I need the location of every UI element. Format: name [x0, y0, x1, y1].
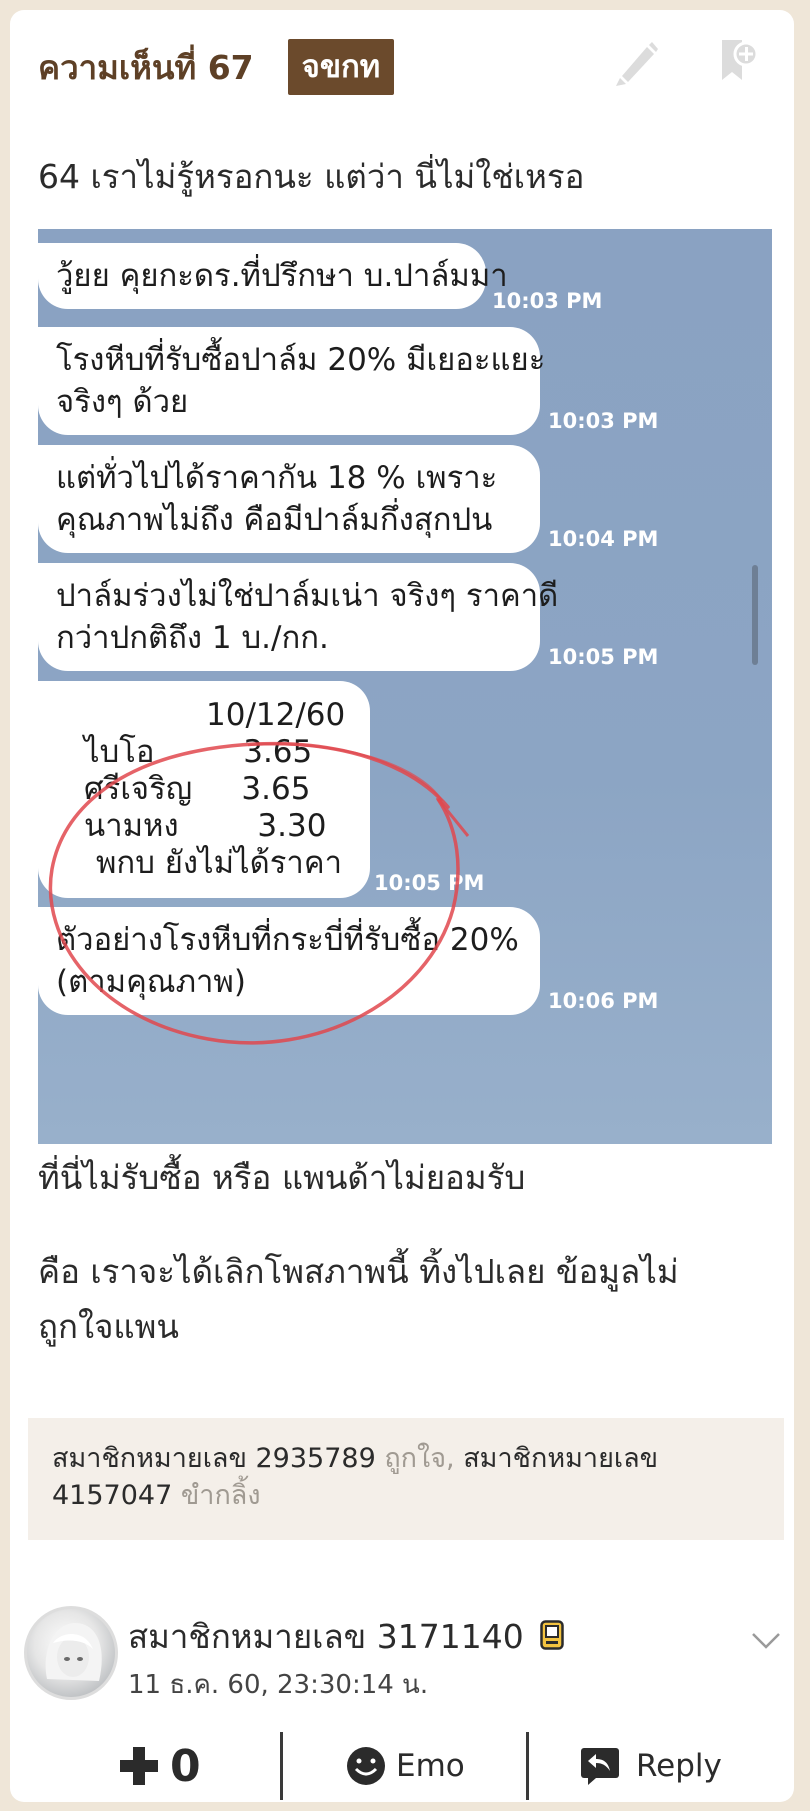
reply-icon [581, 1748, 619, 1785]
comment-header: ความเห็นที่ 67 จขกท [38, 39, 395, 95]
reaction-member-1[interactable]: สมาชิกหมายเลข 2935789 [52, 1443, 376, 1474]
owner-tag: จขกท [287, 39, 395, 95]
reply-label: Reply [636, 1748, 722, 1784]
author-name[interactable]: สมาชิกหมายเลข 3171140 [128, 1617, 524, 1656]
author-post-date: 11 ธ.ค. 60, 23:30:14 น. [128, 1670, 429, 1700]
smiley-icon [347, 1747, 385, 1785]
comment-intro-text: 64 เราไม่รู้หรอกนะ แต่ว่า นี่ไม่ใช่เหรอ [38, 157, 585, 196]
comment-number: ความเห็นที่ 67 [38, 47, 254, 87]
vote-button[interactable]: 0 [118, 1726, 201, 1806]
action-bar: 0 Emo Reply [10, 1726, 794, 1806]
emo-label: Emo [396, 1748, 465, 1784]
edit-icon[interactable] [614, 36, 658, 88]
vote-count: 0 [170, 1740, 201, 1792]
action-divider [280, 1732, 283, 1800]
mobile-badge-icon [540, 1620, 564, 1650]
reply-button[interactable]: Reply [580, 1726, 722, 1806]
reactions-box: สมาชิกหมายเลข 2935789 ถูกใจ, สมาชิกหมายเ… [28, 1418, 784, 1540]
comment-paragraph-2-line-1: คือ เราจะได้เลิกโพสภาพนี้ ทิ้งไปเลย ข้อม… [38, 1252, 679, 1291]
reaction-type-2: ขำกลิ้ง [172, 1480, 261, 1511]
comment-paragraph-1: ที่นี่ไม่รับซื้อ หรือ แพนด้าไม่ยอมรับ [38, 1158, 526, 1197]
action-divider [526, 1732, 529, 1800]
chevron-down-icon[interactable] [750, 1630, 782, 1656]
avatar[interactable] [24, 1606, 118, 1700]
plus-icon [120, 1747, 158, 1785]
reaction-type-1: ถูกใจ, [375, 1443, 455, 1474]
bookmark-add-icon[interactable] [716, 36, 760, 88]
author-name-row: สมาชิกหมายเลข 3171140 [128, 1610, 564, 1663]
reaction-member-2-prefix[interactable]: สมาชิกหมายเลข [455, 1443, 658, 1474]
emo-button[interactable]: Emo [346, 1726, 465, 1806]
comment-card: ความเห็นที่ 67 จขกท 64 เราไม่รู้หรอกนะ แ… [10, 10, 794, 1802]
reaction-member-2-number[interactable]: 4157047 [52, 1480, 172, 1511]
chat-screenshot: วู้ยย คุยกะดร.ที่ปรึกษา บ.ปาล์มมา 10:03 P… [38, 229, 772, 1144]
red-circle-annotation [48, 741, 470, 1045]
comment-paragraph-2-line-2: ถูกใจแพน [38, 1307, 179, 1346]
